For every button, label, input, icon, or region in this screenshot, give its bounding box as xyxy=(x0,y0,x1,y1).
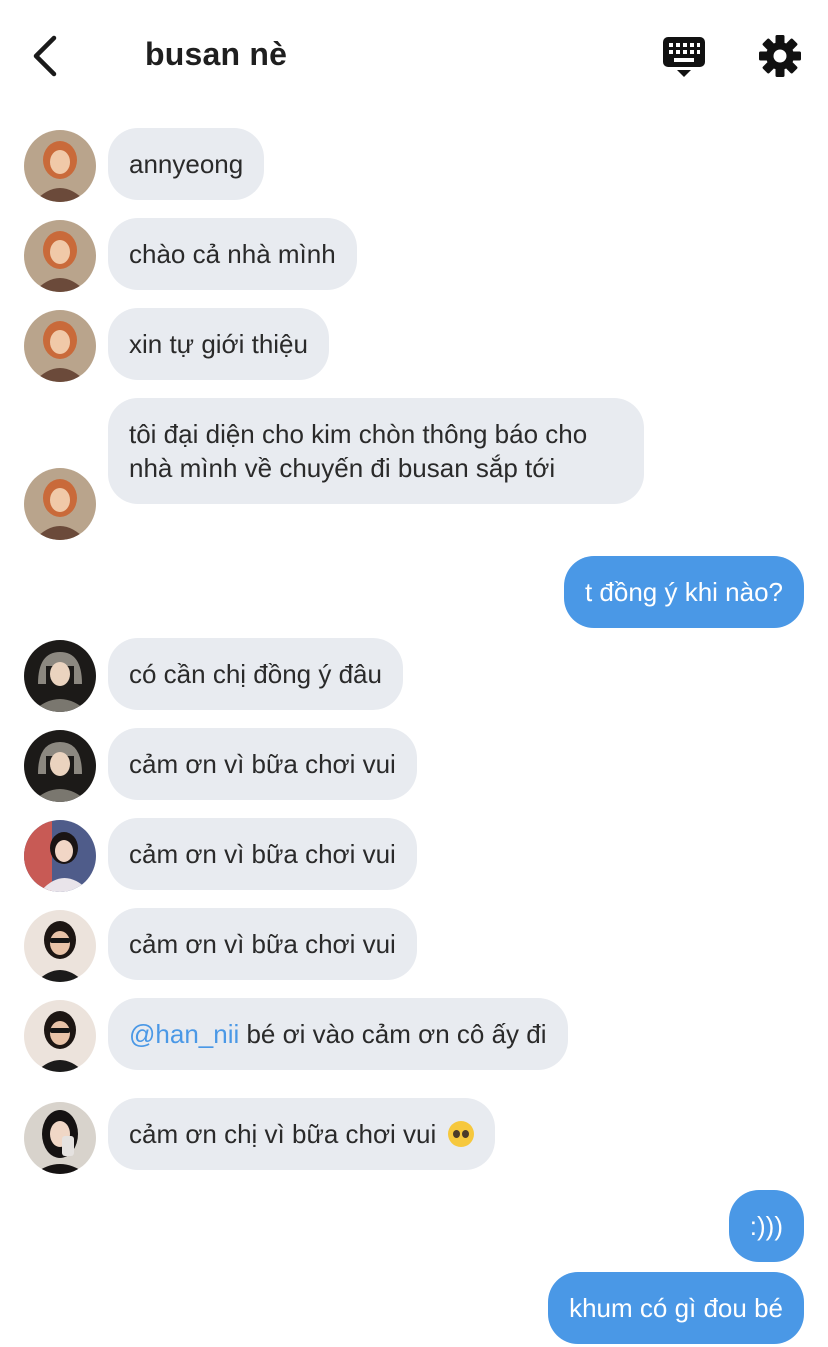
chevron-left-icon[interactable] xyxy=(26,32,66,80)
avatar[interactable] xyxy=(24,1000,96,1072)
avatar[interactable] xyxy=(24,468,96,540)
avatar[interactable] xyxy=(24,1102,96,1174)
avatar[interactable] xyxy=(24,910,96,982)
message-bubble[interactable]: xin tự giới thiệu xyxy=(108,308,329,380)
avatar[interactable] xyxy=(24,220,96,292)
message-bubble[interactable]: cảm ơn vì bữa chơi vui xyxy=(108,728,417,800)
message-bubble-outgoing[interactable]: t đồng ý khi nào? xyxy=(563,556,804,628)
avatar[interactable] xyxy=(24,640,96,712)
gear-icon[interactable] xyxy=(758,34,802,78)
chat-header: busan nè xyxy=(0,0,828,110)
message-bubble[interactable]: cảm ơn chị vì bữa chơi vui xyxy=(108,1098,495,1170)
message-bubble[interactable]: annyeong xyxy=(108,128,265,200)
message-bubble[interactable]: chào cả nhà mình xyxy=(108,218,357,290)
message-bubble[interactable]: tôi đại diện cho kim chòn thông báo cho … xyxy=(108,398,644,504)
message-bubble[interactable]: có cần chị đồng ý đâu xyxy=(108,638,403,710)
message-bubble[interactable]: cảm ơn vì bữa chơi vui xyxy=(108,908,417,980)
avatar[interactable] xyxy=(24,130,96,202)
pleading-face-emoji xyxy=(447,1121,474,1147)
avatar[interactable] xyxy=(24,730,96,802)
message-bubble[interactable]: cảm ơn vì bữa chơi vui xyxy=(108,818,417,890)
message-bubble-outgoing[interactable]: :))) xyxy=(728,1190,804,1262)
chat-title: busan nè xyxy=(145,36,288,72)
avatar[interactable] xyxy=(24,820,96,892)
user-mention-link[interactable]: @han_nii xyxy=(129,1019,239,1049)
message-bubble-outgoing[interactable]: khum có gì đou bé xyxy=(548,1272,804,1344)
message-bubble[interactable]: @han_nii bé ơi vào cảm ơn cô ấy đi xyxy=(108,998,568,1070)
keyboard-icon[interactable] xyxy=(660,34,708,80)
avatar[interactable] xyxy=(24,310,96,382)
